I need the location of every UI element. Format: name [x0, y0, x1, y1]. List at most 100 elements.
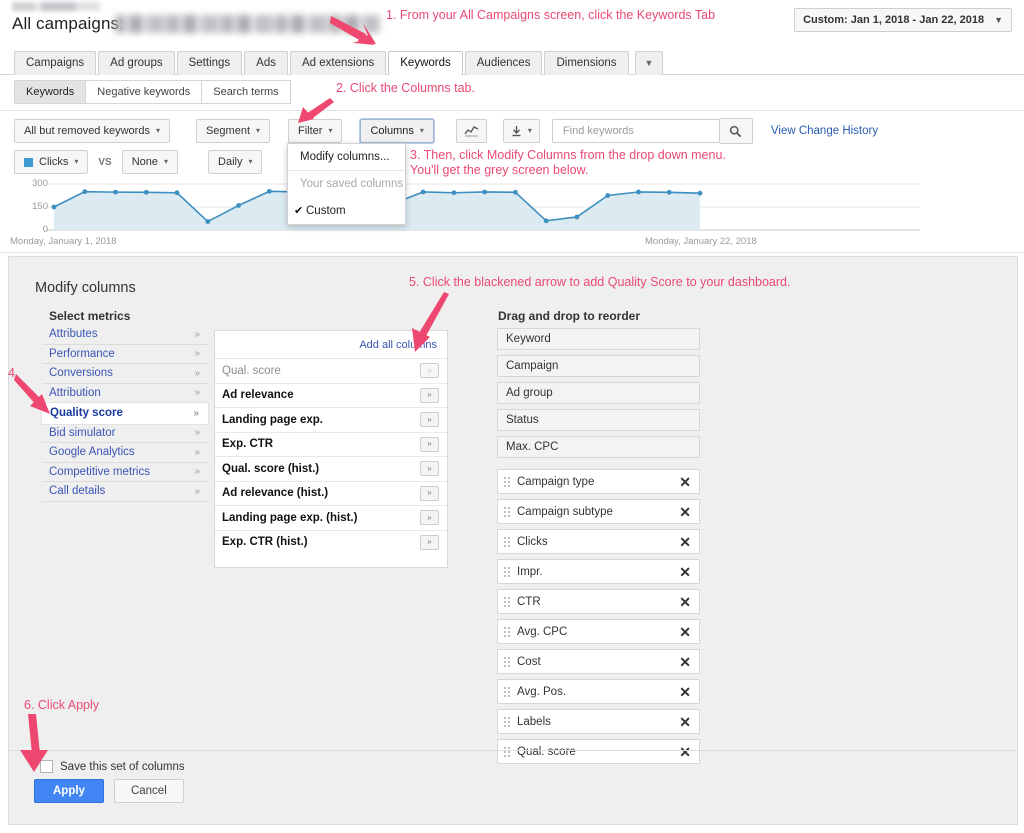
search-box[interactable] — [551, 119, 720, 143]
tab-ads[interactable]: Ads — [244, 51, 288, 75]
chart-data-point[interactable] — [205, 219, 211, 224]
reorder-item[interactable]: Avg. Pos. ✕ — [497, 679, 700, 704]
chart-data-point[interactable] — [113, 189, 118, 195]
chart-data-point[interactable] — [236, 203, 241, 208]
remove-column-icon[interactable]: ✕ — [679, 745, 691, 759]
reorder-item[interactable]: Campaign subtype ✕ — [497, 499, 700, 524]
search-button[interactable] — [719, 118, 753, 144]
drag-handle-icon[interactable] — [503, 565, 511, 578]
chart-data-point[interactable] — [543, 218, 549, 224]
drag-handle-icon[interactable] — [503, 475, 511, 488]
add-metric-button[interactable]: » — [420, 387, 439, 403]
reorder-item[interactable]: Qual. score ✕ — [497, 739, 700, 764]
tab-ad-extensions[interactable]: Ad extensions — [290, 51, 387, 75]
chart-metric-button[interactable]: Clicks ▾ — [14, 150, 89, 174]
metric-category-quality-score[interactable]: Quality score » — [42, 403, 208, 424]
add-metric-button[interactable]: » — [420, 485, 439, 501]
drag-handle-icon[interactable] — [503, 595, 511, 608]
metric-category-call-details[interactable]: Call details » — [42, 482, 208, 502]
subtab-search-terms[interactable]: Search terms — [201, 80, 291, 104]
chart-granularity-button[interactable]: Daily ▾ — [208, 150, 263, 174]
metric-category-performance[interactable]: Performance » — [42, 345, 208, 364]
tabs-more-button[interactable]: ▼ — [634, 51, 664, 75]
reorder-item[interactable]: Impr. ✕ — [497, 559, 700, 584]
metric-category-conversions[interactable]: Conversions » — [42, 364, 208, 384]
drag-handle-icon[interactable] — [503, 655, 511, 668]
chart-data-point[interactable] — [451, 190, 457, 196]
add-metric-button[interactable]: » — [420, 510, 439, 526]
add-metric-button[interactable]: » — [420, 436, 439, 452]
drag-handle-icon[interactable] — [503, 745, 511, 758]
chart-data-point[interactable] — [513, 189, 518, 195]
chart-data-point[interactable] — [143, 189, 149, 195]
add-all-columns-link[interactable]: Add all columns — [215, 331, 447, 358]
chart-compare-button[interactable]: None ▾ — [121, 150, 179, 174]
tab-settings[interactable]: Settings — [176, 51, 243, 75]
chart-data-point[interactable] — [482, 189, 488, 195]
drag-handle-icon[interactable] — [503, 715, 511, 728]
reorder-item[interactable]: Avg. CPC ✕ — [497, 619, 700, 644]
reorder-item[interactable]: Clicks ✕ — [497, 529, 700, 554]
search-input[interactable] — [560, 124, 711, 138]
chart-data-point[interactable] — [82, 189, 88, 195]
chart-data-point[interactable] — [636, 189, 641, 195]
chart-data-point[interactable] — [697, 190, 703, 196]
chart-data-point[interactable] — [51, 204, 57, 210]
menu-item-custom[interactable]: ✔ Custom — [288, 197, 405, 224]
reorder-item[interactable]: Labels ✕ — [497, 709, 700, 734]
save-columns-row[interactable]: Save this set of columns — [40, 760, 185, 773]
chart-data-point[interactable] — [266, 188, 272, 194]
subtab-negative-keywords[interactable]: Negative keywords — [85, 80, 203, 104]
remove-column-icon[interactable]: ✕ — [679, 535, 691, 549]
drag-handle-icon[interactable] — [503, 625, 511, 638]
columns-button[interactable]: Columns ▾ — [360, 119, 434, 143]
metric-category-google-analytics[interactable]: Google Analytics » — [42, 443, 208, 463]
remove-column-icon[interactable]: ✕ — [679, 565, 691, 579]
reorder-item: Max. CPC — [497, 436, 700, 458]
remove-column-icon[interactable]: ✕ — [679, 715, 691, 729]
menu-item-modify-columns[interactable]: Modify columns... — [288, 144, 405, 170]
remove-column-icon[interactable]: ✕ — [679, 655, 691, 669]
remove-column-icon[interactable]: ✕ — [679, 475, 691, 489]
download-button[interactable]: ▾ — [502, 119, 540, 143]
chart-data-point[interactable] — [174, 190, 180, 196]
tab-campaigns[interactable]: Campaigns — [14, 51, 97, 75]
metric-category-attribution[interactable]: Attribution » — [42, 384, 208, 403]
drag-handle-icon[interactable] — [503, 685, 511, 698]
remove-column-icon[interactable]: ✕ — [679, 505, 691, 519]
chart-data-point[interactable] — [574, 214, 580, 220]
drag-handle-icon[interactable] — [503, 535, 511, 548]
add-metric-button[interactable]: » — [420, 412, 439, 428]
filter-scope-button[interactable]: All but removed keywords ▾ — [14, 119, 170, 143]
tab-dimensions[interactable]: Dimensions — [544, 51, 629, 75]
cancel-button[interactable]: Cancel — [113, 779, 184, 803]
segment-button[interactable]: Segment ▾ — [195, 119, 271, 143]
chart-data-point[interactable] — [605, 193, 611, 198]
chart-data-point[interactable] — [666, 189, 672, 195]
view-change-history-link[interactable]: View Change History — [771, 125, 878, 137]
apply-button[interactable]: Apply — [34, 779, 104, 803]
add-metric-button[interactable]: » — [420, 461, 439, 477]
metric-category-competitive-metrics[interactable]: Competitive metrics » — [42, 463, 208, 482]
subtab-keywords[interactable]: Keywords — [14, 80, 87, 104]
drag-handle-icon[interactable] — [503, 505, 511, 518]
reorder-item[interactable]: Cost ✕ — [497, 649, 700, 674]
remove-column-icon[interactable]: ✕ — [679, 595, 691, 609]
chevron-right-icon: » — [194, 485, 200, 497]
save-columns-checkbox[interactable] — [40, 760, 53, 773]
chart-toggle-button[interactable] — [455, 119, 487, 143]
add-metric-button[interactable]: » — [420, 534, 439, 550]
reorder-item[interactable]: CTR ✕ — [497, 589, 700, 614]
tab-keywords[interactable]: Keywords — [388, 51, 463, 75]
reorder-item[interactable]: Campaign type ✕ — [497, 469, 700, 494]
remove-column-icon[interactable]: ✕ — [679, 625, 691, 639]
date-range-selector[interactable]: Custom: Jan 1, 2018 - Jan 22, 2018 ▼ — [794, 8, 1012, 32]
metric-category-attributes[interactable]: Attributes » — [42, 325, 208, 345]
chart-data-point[interactable] — [420, 189, 426, 195]
tab-audiences[interactable]: Audiences — [464, 51, 543, 75]
filter-button[interactable]: Filter ▾ — [288, 119, 343, 143]
reorder-list: Keyword Campaign Ad group Status Max. CPC Cam… — [497, 328, 700, 769]
remove-column-icon[interactable]: ✕ — [679, 685, 691, 699]
metric-category-bid-simulator[interactable]: Bid simulator » — [42, 424, 208, 443]
tab-ad-groups[interactable]: Ad groups — [98, 51, 175, 75]
